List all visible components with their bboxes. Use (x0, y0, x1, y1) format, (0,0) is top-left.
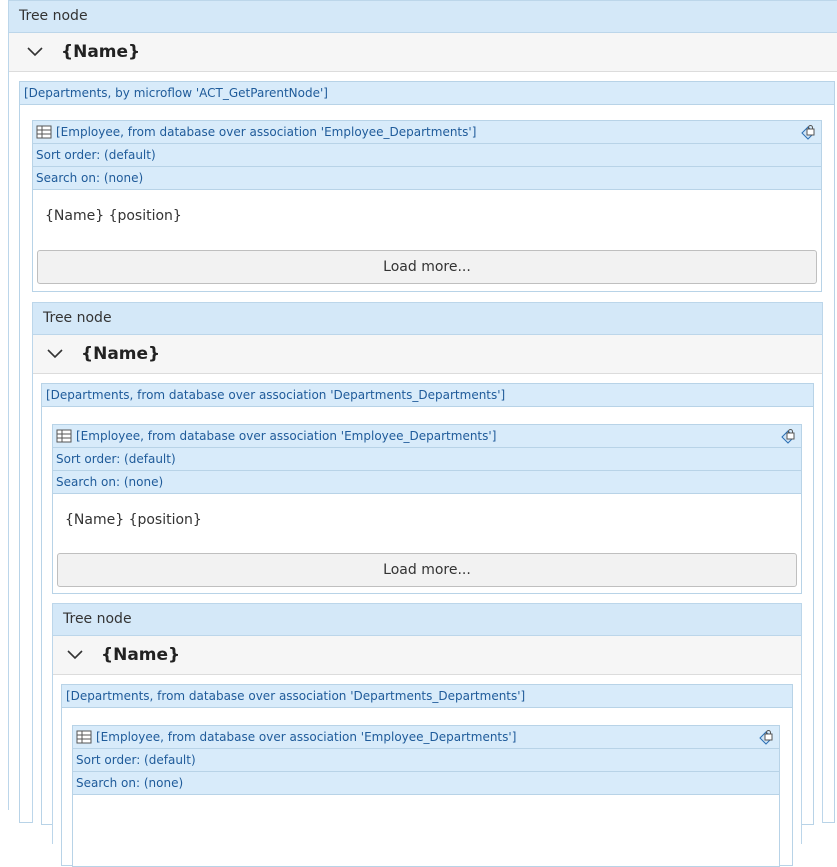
departments-datasource[interactable]: [Departments, from database over associa… (61, 684, 793, 867)
database-icon (36, 125, 52, 139)
search-on-bar[interactable]: Search on: (none) (73, 772, 779, 795)
list-item-template: {Name} {position} (65, 512, 202, 528)
tree-node-level-2[interactable]: Tree node {Name} [Departments, from data… (32, 302, 823, 867)
access-lock-icon[interactable] (799, 123, 817, 141)
database-icon (56, 429, 72, 443)
datasource-label: [Departments, from database over associa… (62, 685, 792, 708)
list-source-label: [Employee, from database over associatio… (76, 429, 497, 443)
sort-order-bar[interactable]: Sort order: (default) (73, 749, 779, 772)
sort-order-bar[interactable]: Sort order: (default) (53, 448, 801, 471)
load-more-button[interactable]: Load more... (57, 553, 797, 587)
tree-node-header: Tree node (53, 604, 801, 636)
tree-node-name: {Name} (81, 344, 161, 364)
datasource-label: [Departments, from database over associa… (42, 384, 813, 407)
access-lock-icon[interactable] (757, 728, 775, 746)
employee-list[interactable]: [Employee, from database over associatio… (32, 120, 822, 292)
sort-order-bar[interactable]: Sort order: (default) (33, 144, 821, 167)
tree-node-header: Tree node (33, 303, 822, 335)
tree-node-row[interactable]: {Name} (9, 33, 837, 72)
tree-node-row[interactable]: {Name} (53, 636, 801, 675)
search-on-bar[interactable]: Search on: (none) (33, 167, 821, 190)
list-source-bar[interactable]: [Employee, from database over associatio… (33, 121, 821, 144)
chevron-down-icon[interactable] (67, 647, 83, 663)
load-more-button[interactable]: Load more... (37, 250, 817, 284)
list-item-template: {Name} {position} (45, 208, 182, 224)
tree-node-header: Tree node (9, 1, 837, 33)
employee-list[interactable]: [Employee, from database over associatio… (52, 424, 802, 594)
departments-datasource[interactable]: [Departments, from database over associa… (41, 383, 814, 867)
tree-node-row[interactable]: {Name} (33, 335, 822, 374)
datasource-label: [Departments, by microflow 'ACT_GetParen… (20, 82, 834, 105)
list-source-bar[interactable]: [Employee, from database over associatio… (73, 726, 779, 749)
tree-node-name: {Name} (101, 645, 181, 665)
database-icon (76, 730, 92, 744)
tree-node-name: {Name} (61, 42, 141, 62)
access-lock-icon[interactable] (779, 427, 797, 445)
departments-datasource[interactable]: [Departments, by microflow 'ACT_GetParen… (19, 81, 835, 867)
search-on-bar[interactable]: Search on: (none) (53, 471, 801, 494)
employee-list[interactable]: [Employee, from database over associatio… (72, 725, 780, 867)
tree-node-level-1[interactable]: Tree node {Name} [Departments, by microf… (8, 0, 837, 867)
chevron-down-icon[interactable] (27, 44, 43, 60)
chevron-down-icon[interactable] (47, 346, 63, 362)
list-source-label: [Employee, from database over associatio… (96, 730, 517, 744)
list-source-bar[interactable]: [Employee, from database over associatio… (53, 425, 801, 448)
list-source-label: [Employee, from database over associatio… (56, 125, 477, 139)
tree-node-level-3[interactable]: Tree node {Name} [Departments, from data… (52, 603, 802, 867)
